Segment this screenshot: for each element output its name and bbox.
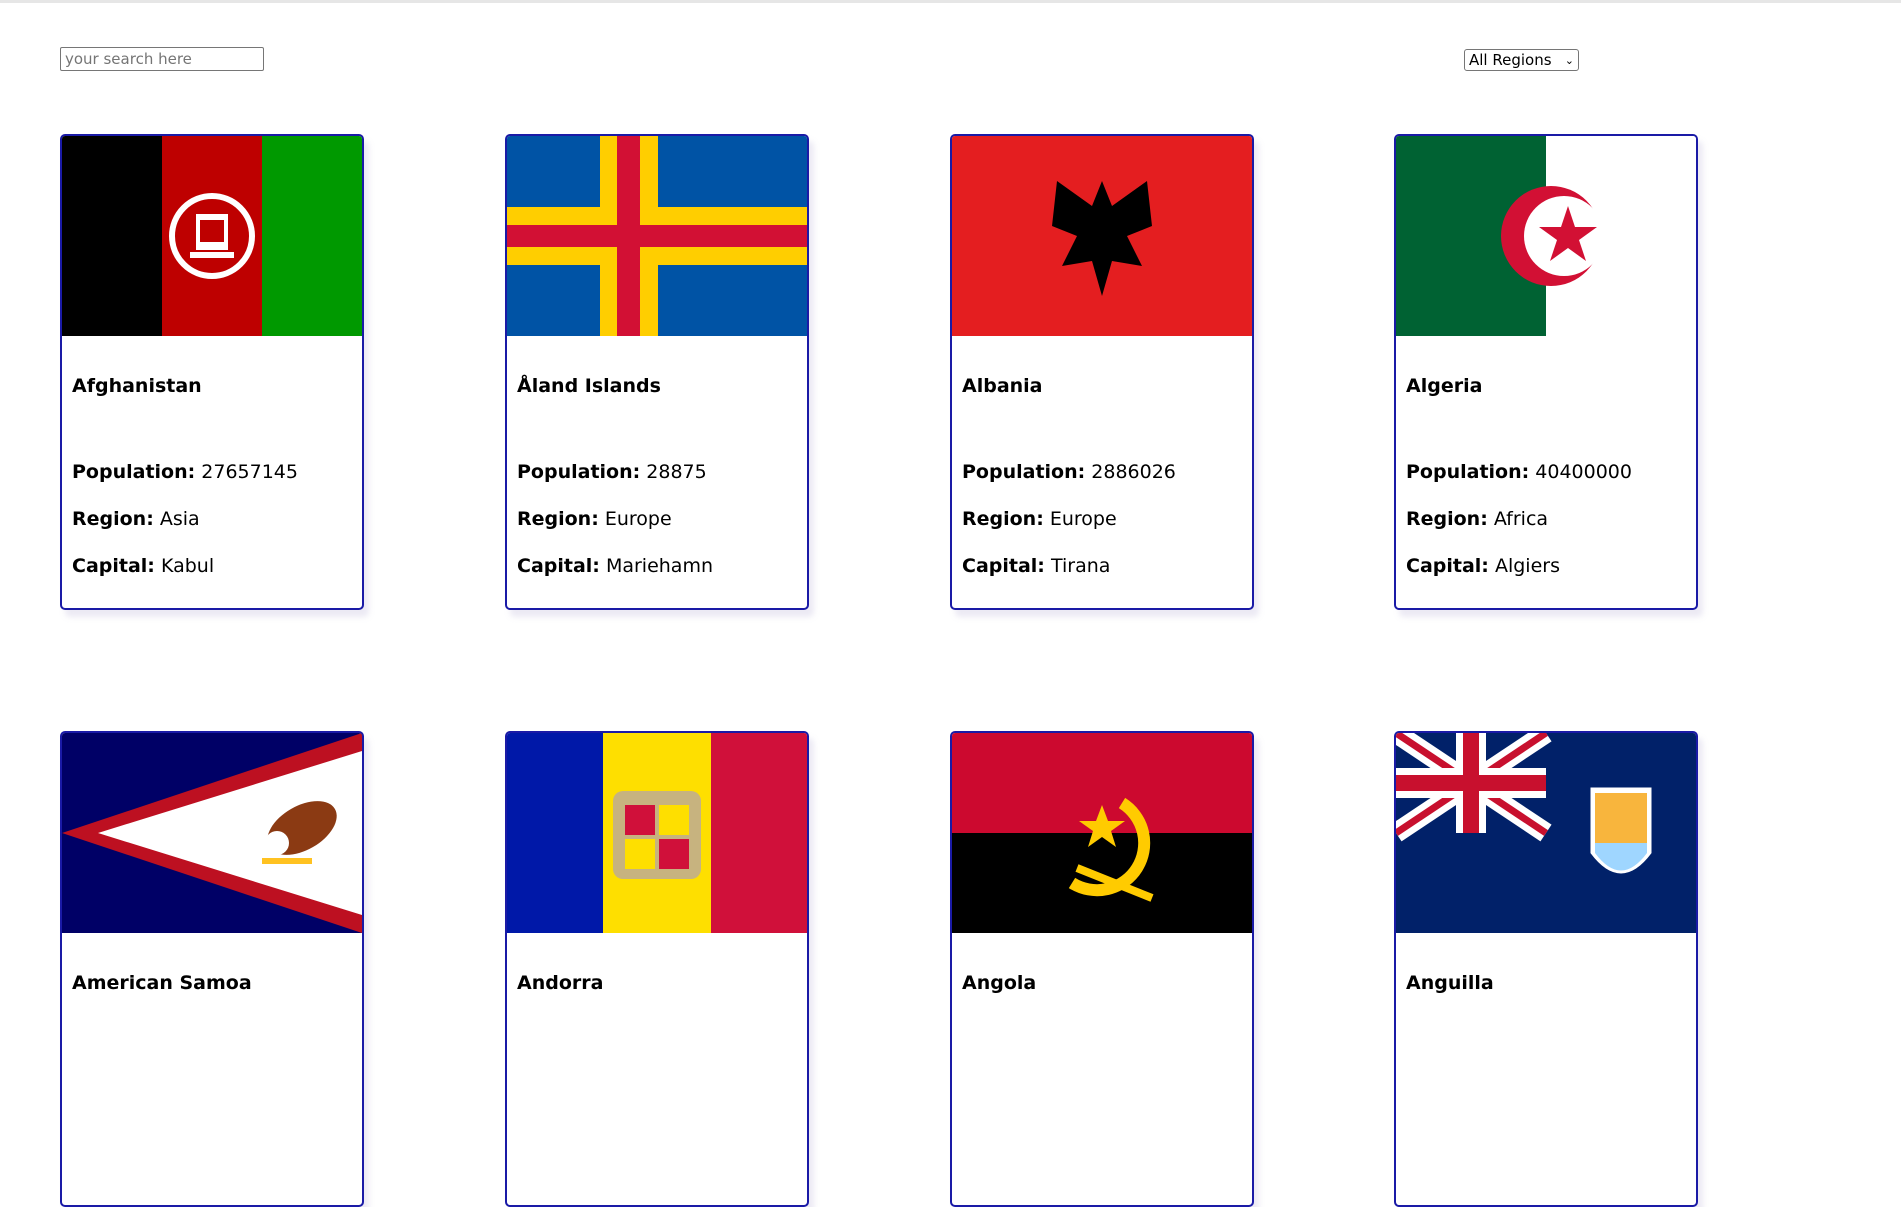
flag-american-samoa bbox=[62, 733, 362, 933]
region-row: Region: Asia bbox=[72, 508, 200, 530]
capital-row: Capital: Algiers bbox=[1406, 555, 1560, 577]
region-row: Region: Europe bbox=[517, 508, 672, 530]
country-name: Albania bbox=[962, 375, 1043, 397]
country-card-albania[interactable]: Albania Population: 2886026 Region: Euro… bbox=[950, 134, 1254, 610]
country-name: Angola bbox=[962, 972, 1037, 994]
population-row: Population: 40400000 bbox=[1406, 461, 1632, 483]
region-filter-value: All Regions bbox=[1469, 51, 1552, 69]
region-row: Region: Europe bbox=[962, 508, 1117, 530]
capital-value: Mariehamn bbox=[605, 555, 714, 577]
flag-angola bbox=[952, 733, 1252, 933]
flag-afghanistan bbox=[62, 136, 362, 336]
capital-value: Kabul bbox=[160, 555, 215, 577]
population-value: 27657145 bbox=[201, 461, 298, 483]
country-name: Anguilla bbox=[1406, 972, 1494, 994]
capital-row: Capital: Kabul bbox=[72, 555, 215, 577]
population-row: Population: 27657145 bbox=[72, 461, 298, 483]
country-card-anguilla[interactable]: Anguilla bbox=[1394, 731, 1698, 1207]
country-card-aland-islands[interactable]: Åland Islands Population: 28875 Region: … bbox=[505, 134, 809, 610]
country-name: American Samoa bbox=[72, 972, 252, 994]
region-value: Asia bbox=[159, 508, 200, 530]
population-value: 28875 bbox=[646, 461, 707, 483]
country-name: Åland Islands bbox=[517, 375, 661, 397]
country-card-algeria[interactable]: Algeria Population: 40400000 Region: Afr… bbox=[1394, 134, 1698, 610]
region-value: Europe bbox=[1049, 508, 1117, 530]
population-row: Population: 2886026 bbox=[962, 461, 1176, 483]
population-value: 2886026 bbox=[1091, 461, 1176, 483]
population-row: Population: 28875 bbox=[517, 461, 707, 483]
country-card-andorra[interactable]: Andorra bbox=[505, 731, 809, 1207]
chevron-down-icon: ⌄ bbox=[1564, 53, 1574, 67]
country-card-afghanistan[interactable]: Afghanistan Population: 27657145 Region:… bbox=[60, 134, 364, 610]
capital-value: Tirana bbox=[1050, 555, 1111, 577]
flag-anguilla bbox=[1396, 733, 1696, 933]
flag-albania bbox=[952, 136, 1252, 336]
population-value: 40400000 bbox=[1535, 461, 1632, 483]
country-name: Afghanistan bbox=[72, 375, 202, 397]
flag-algeria bbox=[1396, 136, 1696, 336]
region-value: Europe bbox=[604, 508, 672, 530]
capital-row: Capital: Mariehamn bbox=[517, 555, 714, 577]
capital-value: Algiers bbox=[1494, 555, 1560, 577]
region-value: Africa bbox=[1493, 508, 1549, 530]
country-name: Algeria bbox=[1406, 375, 1483, 397]
top-divider bbox=[0, 0, 1901, 3]
search-input[interactable] bbox=[60, 47, 264, 71]
country-name: Andorra bbox=[517, 972, 604, 994]
flag-aland-islands bbox=[507, 136, 807, 336]
flag-andorra bbox=[507, 733, 807, 933]
region-row: Region: Africa bbox=[1406, 508, 1549, 530]
country-card-angola[interactable]: Angola bbox=[950, 731, 1254, 1207]
capital-row: Capital: Tirana bbox=[962, 555, 1111, 577]
country-card-american-samoa[interactable]: American Samoa bbox=[60, 731, 364, 1207]
region-filter-select[interactable]: All Regions ⌄ bbox=[1464, 49, 1579, 71]
